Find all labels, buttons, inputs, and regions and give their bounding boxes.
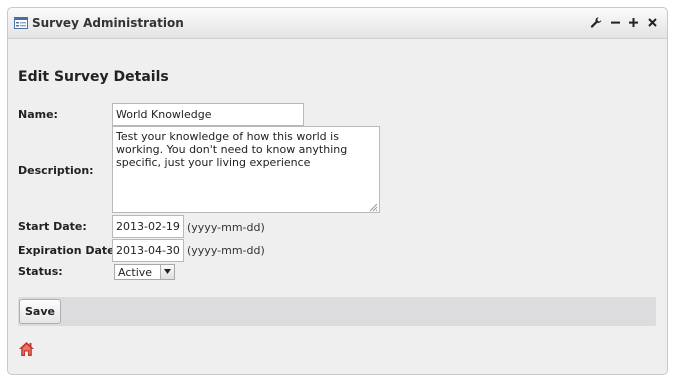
form-icon bbox=[14, 17, 28, 29]
status-label: Status: bbox=[18, 265, 63, 278]
form-heading: Edit Survey Details bbox=[18, 69, 169, 85]
minus-icon[interactable] bbox=[609, 16, 622, 29]
start-date-input[interactable] bbox=[112, 215, 184, 238]
home-icon[interactable] bbox=[18, 341, 35, 357]
name-label: Name: bbox=[18, 108, 58, 121]
start-date-format-hint: (yyyy-mm-dd) bbox=[187, 221, 265, 234]
close-icon[interactable] bbox=[646, 16, 659, 29]
form-actions-bar: Save bbox=[18, 297, 656, 326]
resize-grip-icon[interactable] bbox=[369, 202, 378, 212]
survey-admin-portlet: Survey Administration Edit Survey Detail… bbox=[7, 7, 668, 375]
expiration-date-format-hint: (yyyy-mm-dd) bbox=[187, 244, 265, 257]
wrench-icon[interactable] bbox=[590, 16, 603, 29]
description-label: Description: bbox=[18, 164, 94, 177]
save-button[interactable]: Save bbox=[19, 299, 61, 324]
description-field-wrap: Test your knowledge of how this world is… bbox=[112, 126, 380, 213]
status-selected-value: Active bbox=[118, 266, 153, 279]
plus-icon[interactable] bbox=[627, 16, 640, 29]
description-textarea[interactable]: Test your knowledge of how this world is… bbox=[112, 126, 380, 213]
chevron-down-icon[interactable] bbox=[160, 265, 174, 279]
expiration-date-label: Expiration Date: bbox=[18, 244, 120, 257]
name-input[interactable] bbox=[112, 103, 304, 126]
portlet-title: Survey Administration bbox=[32, 16, 184, 30]
expiration-date-input[interactable] bbox=[112, 239, 184, 262]
status-select[interactable]: Active bbox=[114, 264, 175, 280]
start-date-label: Start Date: bbox=[18, 220, 87, 233]
portlet-titlebar: Survey Administration bbox=[8, 8, 667, 39]
